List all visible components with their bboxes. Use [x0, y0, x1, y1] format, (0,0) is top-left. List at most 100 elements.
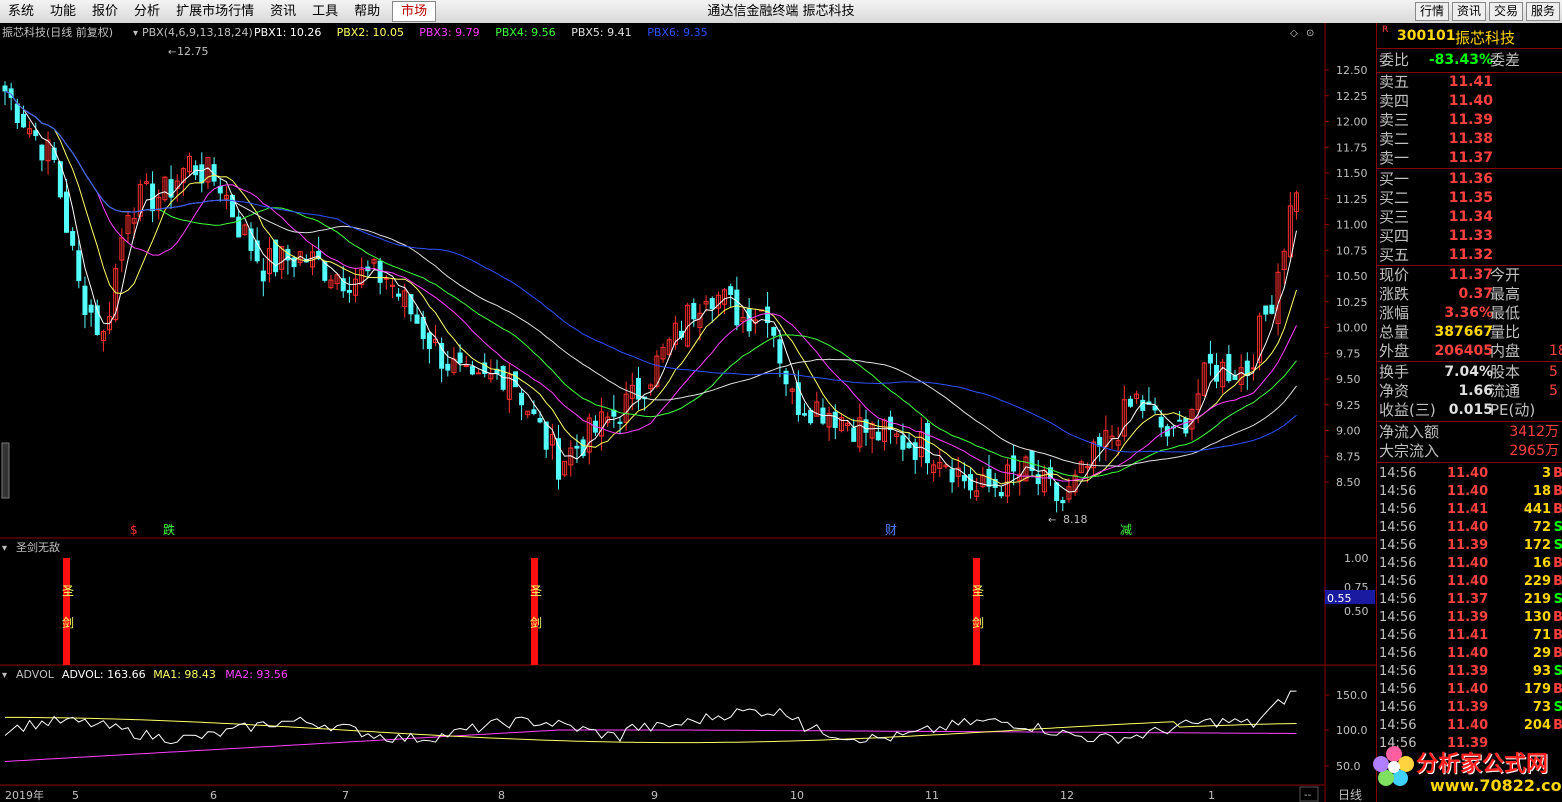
candle-body	[537, 418, 543, 423]
candle-body	[574, 445, 580, 449]
top-button-2[interactable]: 交易	[1488, 2, 1523, 21]
menu-item-3[interactable]: 分析	[126, 0, 168, 23]
x-label-0: 2019年	[5, 788, 44, 802]
stat-row-2: 涨幅 3.36% 最低	[1377, 304, 1562, 323]
candle-body	[949, 468, 955, 483]
tick-row: 14:56 11.41 441B	[1377, 501, 1562, 519]
tick-row: 14:56 11.39 93S	[1377, 663, 1562, 681]
candle-body	[925, 422, 930, 464]
price-label-12: 9.50	[1336, 373, 1361, 386]
tick-volume: 18	[1532, 484, 1551, 499]
tick-time: 14:56	[1379, 664, 1417, 679]
sword-bar-2	[973, 558, 980, 665]
flow-value-0: 3412万	[1509, 424, 1559, 440]
tick-time: 14:56	[1379, 700, 1417, 715]
tick-time: 14:56	[1379, 538, 1417, 553]
candle-body	[88, 304, 94, 313]
candle-body	[777, 339, 783, 364]
tick-price: 11.40	[1447, 556, 1489, 571]
sep-flow	[1377, 462, 1562, 463]
candle-body	[728, 286, 734, 296]
advol-value-2: MA2: 93.56	[225, 668, 288, 681]
chart-area[interactable]: 振芯科技(日线 前复权) ▾ PBX(4,6,9,13,18,24) PBX1: 10…	[0, 23, 1376, 802]
stat2-row-0: 换手 7.04% 股本 5	[1377, 363, 1562, 382]
sword-char-1-1: 圣	[530, 584, 542, 598]
menu-item-0[interactable]: 系统	[0, 0, 42, 23]
top-button-1[interactable]: 资讯	[1451, 2, 1486, 21]
menu-item-2[interactable]: 报价	[84, 0, 126, 23]
sword-char-1-2: 圣	[972, 584, 984, 598]
tick-row: 14:56 11.39 130B	[1377, 609, 1562, 627]
tick-price: 11.39	[1447, 538, 1489, 553]
tick-time: 14:56	[1379, 484, 1417, 499]
pbx-value-5: PBX5: 9.41	[571, 26, 631, 39]
candle-body	[519, 392, 525, 406]
period-dash-icon: --	[1304, 790, 1312, 801]
candle-body	[734, 289, 740, 326]
menu-item-market[interactable]: 市场	[392, 1, 437, 22]
stat-row-4: 外盘 206405内盘 18	[1377, 342, 1562, 361]
vertical-scrollbar[interactable]	[1, 442, 10, 499]
sell-row-2-label: 卖三	[1379, 111, 1410, 129]
sword-axis-2: 0.50	[1344, 605, 1369, 618]
candle-body	[426, 332, 432, 350]
candle-body	[617, 421, 623, 424]
tick-row: 14:56 11.37 219S	[1377, 591, 1562, 609]
stat-row-3: 总量 387667 量比	[1377, 323, 1562, 342]
candle-body	[1158, 416, 1164, 428]
price-label-11: 9.75	[1336, 347, 1361, 360]
menu-item-5[interactable]: 资讯	[262, 0, 304, 23]
candle-body	[1177, 419, 1183, 422]
menu-item-4[interactable]: 扩展市场行情	[168, 0, 262, 23]
stock-name[interactable]: 振芯科技	[1455, 27, 1515, 48]
top-buttons: 行情 资讯 交易 服务	[1414, 2, 1560, 21]
sell-row-0-label: 卖五	[1379, 73, 1410, 91]
tick-volume: 219	[1523, 592, 1551, 607]
candle-body	[82, 285, 88, 315]
menu-bar: 系统 功能 报价 分析 扩展市场行情 资讯 工具 帮助 市场 通达信金融终端 振芯科技 行情 资讯…	[0, 0, 1562, 24]
tick-volume: 29	[1532, 646, 1551, 661]
top-button-3[interactable]: 服务	[1525, 2, 1560, 21]
stat-row-0-label2: 今开	[1490, 266, 1521, 284]
tick-side: S	[1554, 519, 1562, 537]
high-arrow-icon: ←	[168, 47, 176, 58]
tick-row: 14:56 11.40 3B	[1377, 465, 1562, 483]
sword-char-2-1: 剑	[530, 615, 542, 630]
top-button-0[interactable]: 行情	[1414, 2, 1449, 21]
sep-title	[1377, 48, 1562, 49]
menu-item-7[interactable]: 帮助	[346, 0, 388, 23]
advol-title: ADVOL	[16, 668, 55, 681]
candle-body	[340, 278, 346, 292]
sell-row-2-value: 11.39	[1448, 112, 1493, 128]
stat-row-1-label2: 最高	[1490, 285, 1521, 303]
ratio-row: 委比 -83.43% 委差	[1377, 51, 1562, 70]
candle-body	[2, 85, 8, 92]
candle-body	[802, 413, 807, 416]
tick-side: B	[1553, 465, 1562, 483]
sell-row-0: 卖五 11.41	[1377, 73, 1562, 92]
sword-char-1-0: 圣	[62, 584, 74, 598]
stock-code[interactable]: 300101	[1397, 28, 1455, 44]
pbx-value-1: PBX1: 10.26	[254, 26, 321, 39]
buy-row-1-label: 买二	[1379, 189, 1410, 207]
menu-item-6[interactable]: 工具	[304, 0, 346, 23]
tick-time: 14:56	[1379, 502, 1417, 517]
tick-row: 14:56 11.39 73S	[1377, 699, 1562, 717]
signal-marker-3: 减	[1120, 523, 1132, 537]
menu-item-1[interactable]: 功能	[42, 0, 84, 23]
quote-panel: R 300101 振芯科技 委比 -83.43% 委差 卖五 11.41 卖四 11.40 卖…	[1376, 23, 1562, 802]
diamond-icon: ◇	[1290, 28, 1298, 39]
sword-title: 圣剑无敌	[16, 540, 60, 554]
candle-body	[476, 372, 482, 375]
candle-body	[469, 366, 475, 375]
tick-row: 14:56 11.40 16B	[1377, 555, 1562, 573]
stat2-row-0-label2: 股本	[1490, 363, 1521, 381]
candle-body	[414, 314, 420, 324]
sell-row-0-value: 11.41	[1448, 74, 1493, 90]
pbx-value-4: PBX4: 9.56	[495, 26, 555, 39]
low-arrow-icon: ←	[1048, 515, 1056, 526]
price-label-6: 11.00	[1336, 219, 1368, 232]
candle-body	[851, 427, 857, 442]
tick-row: 14:56 11.40 229B	[1377, 573, 1562, 591]
tick-time: 14:56	[1379, 646, 1417, 661]
